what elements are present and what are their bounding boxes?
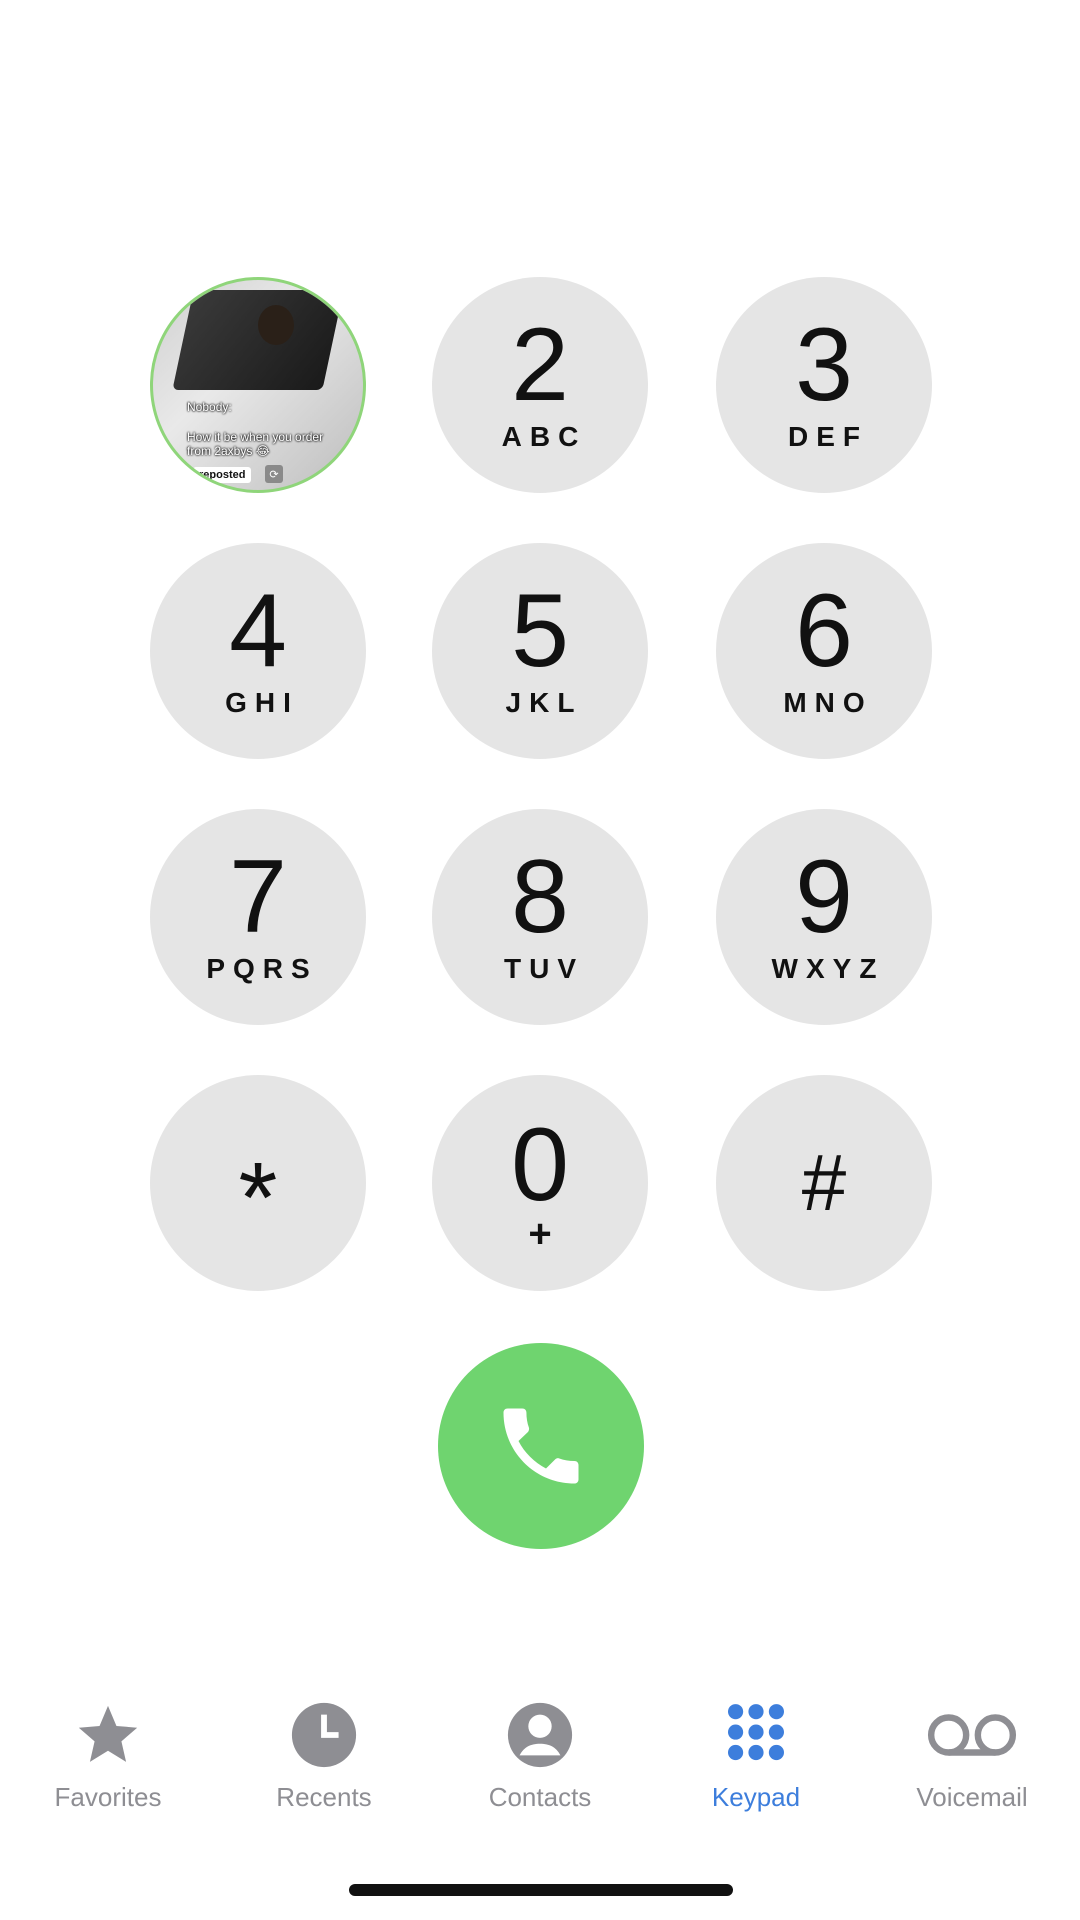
repost-label: reposted xyxy=(193,467,252,483)
key-digit: 5 xyxy=(511,573,569,689)
tab-label: Contacts xyxy=(488,1782,592,1812)
video-caption-line2: How it be when you order from 2axbys 😂 xyxy=(187,430,324,458)
key-digit: 8 xyxy=(511,839,569,955)
key-0[interactable]: 0 + xyxy=(432,1075,648,1291)
star-icon xyxy=(78,1705,138,1762)
key-5[interactable]: 5 JKL xyxy=(432,543,648,759)
tab-voicemail[interactable]: Voicemail xyxy=(872,1700,1072,1813)
key-letters: JKL xyxy=(505,687,583,718)
key-plus: + xyxy=(528,1212,552,1256)
key-8[interactable]: 8 TUV xyxy=(432,809,648,1025)
person-circle-icon xyxy=(507,1702,573,1768)
key-digit: 6 xyxy=(795,573,853,689)
key-letters: MNO xyxy=(783,687,873,718)
tab-recents[interactable]: Recents xyxy=(224,1700,424,1813)
tab-keypad[interactable]: Keypad xyxy=(656,1700,856,1813)
key-letters: TUV xyxy=(504,953,584,984)
key-3[interactable]: 3 DEF xyxy=(716,277,932,493)
voicemail-icon xyxy=(927,1714,1017,1756)
repost-icon: ⟳ xyxy=(265,465,283,483)
key-digit: 0 xyxy=(511,1107,569,1223)
clock-icon xyxy=(291,1702,357,1768)
key-hash[interactable]: # xyxy=(716,1075,932,1291)
key-digit: 9 xyxy=(795,839,853,955)
tab-favorites[interactable]: Favorites xyxy=(8,1700,208,1813)
key-symbol: # xyxy=(801,1138,847,1227)
key-4[interactable]: 4 GHI xyxy=(150,543,366,759)
key-digit: 2 xyxy=(511,307,569,423)
key-7[interactable]: 7 PQRS xyxy=(150,809,366,1025)
home-indicator[interactable] xyxy=(349,1884,733,1896)
key-symbol: * xyxy=(238,1142,278,1254)
phone-icon xyxy=(503,1408,579,1484)
key-star[interactable]: * xyxy=(150,1075,366,1291)
tab-label: Recents xyxy=(276,1782,372,1812)
key-digit: 7 xyxy=(229,839,287,955)
keypad-grid-icon xyxy=(728,1704,784,1761)
key-letters: DEF xyxy=(788,421,868,452)
key-letters: GHI xyxy=(225,687,299,718)
tab-label: Keypad xyxy=(711,1782,801,1812)
tab-label: Voicemail xyxy=(916,1782,1028,1812)
key-6[interactable]: 6 MNO xyxy=(716,543,932,759)
tab-contacts[interactable]: Contacts xyxy=(440,1700,640,1813)
person-image xyxy=(258,305,294,345)
key-digit: 3 xyxy=(795,307,853,423)
key-2[interactable]: 2 ABC xyxy=(432,277,648,493)
key-digit: 4 xyxy=(229,573,287,689)
key-9[interactable]: 9 WXYZ xyxy=(716,809,932,1025)
picture-in-picture-video[interactable]: Nobody: How it be when you order from 2a… xyxy=(150,277,366,493)
tab-bar: Favorites Recents Contacts Keypad Voicem… xyxy=(0,1700,1080,1840)
car-window-image xyxy=(172,290,344,390)
key-letters: PQRS xyxy=(206,953,318,984)
tab-label: Favorites xyxy=(54,1782,162,1812)
key-letters: WXYZ xyxy=(771,953,885,984)
call-button[interactable] xyxy=(438,1343,644,1549)
video-caption-line1: Nobody: xyxy=(187,400,232,414)
key-letters: ABC xyxy=(501,421,587,452)
